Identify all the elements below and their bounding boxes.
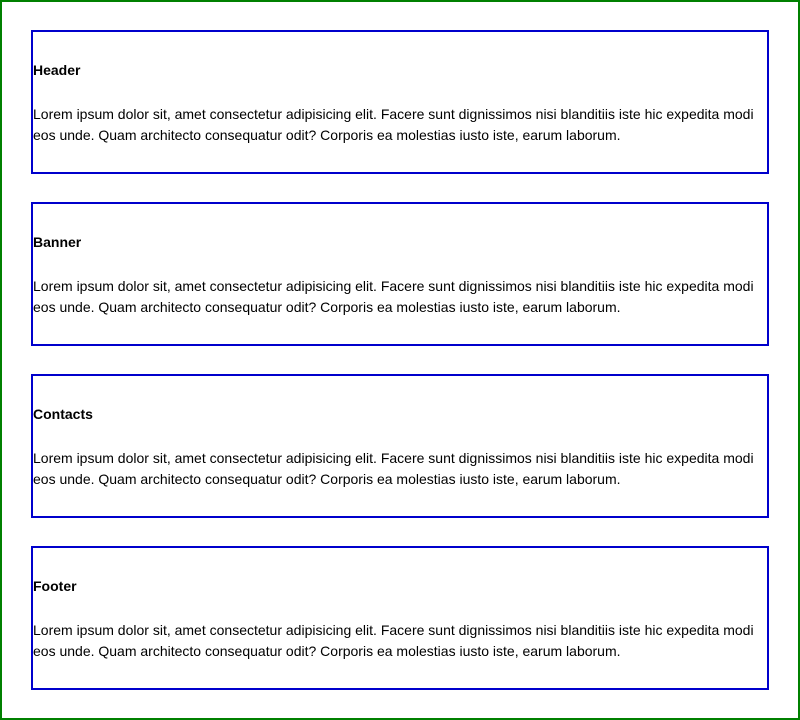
section-contacts: Contacts Lorem ipsum dolor sit, amet con… — [31, 374, 769, 518]
section-banner: Banner Lorem ipsum dolor sit, amet conse… — [31, 202, 769, 346]
section-header: Header Lorem ipsum dolor sit, amet conse… — [31, 30, 769, 174]
page-container: Header Lorem ipsum dolor sit, amet conse… — [0, 0, 800, 720]
section-text: Lorem ipsum dolor sit, amet consectetur … — [33, 106, 754, 143]
section-title: Header — [33, 62, 81, 78]
section-title: Footer — [33, 578, 77, 594]
section-title: Contacts — [33, 406, 93, 422]
section-footer: Footer Lorem ipsum dolor sit, amet conse… — [31, 546, 769, 690]
section-title: Banner — [33, 234, 82, 250]
section-text: Lorem ipsum dolor sit, amet consectetur … — [33, 450, 754, 487]
section-text: Lorem ipsum dolor sit, amet consectetur … — [33, 278, 754, 315]
section-text: Lorem ipsum dolor sit, amet consectetur … — [33, 622, 754, 659]
